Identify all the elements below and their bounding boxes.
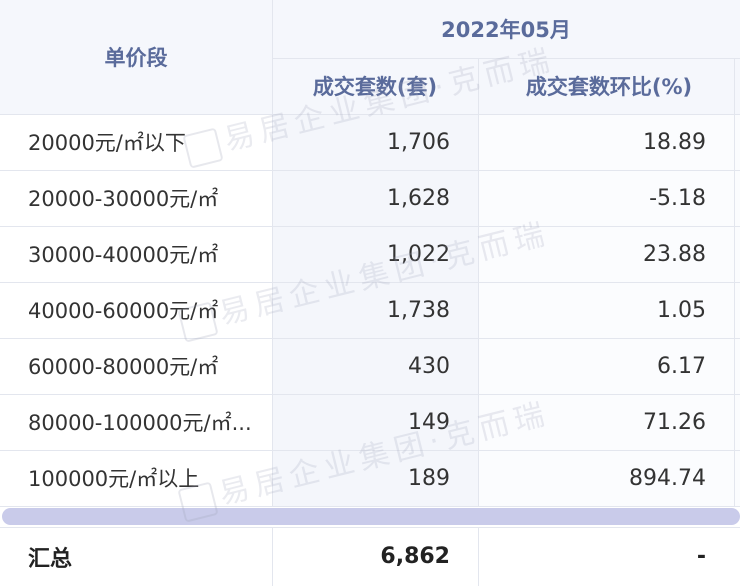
row-range: 30000-40000元/㎡ xyxy=(28,243,219,267)
row-range: 20000-30000元/㎡ xyxy=(28,187,219,211)
divider xyxy=(0,338,740,339)
row-range: 20000元/㎡以下 xyxy=(28,131,186,155)
row-units: 430 xyxy=(408,353,450,379)
divider xyxy=(734,58,735,506)
divider xyxy=(0,114,740,115)
row-mom: 6.17 xyxy=(657,353,706,379)
divider xyxy=(272,0,273,506)
horizontal-scrollbar[interactable] xyxy=(2,508,740,525)
total-units: 6,862 xyxy=(380,544,450,569)
row-mom: 894.74 xyxy=(629,465,706,491)
header-period[interactable]: 2022年05月 xyxy=(272,0,740,58)
row-mom: 71.26 xyxy=(643,409,706,435)
row-range: 80000-100000元/㎡... xyxy=(28,411,252,435)
row-mom: 23.88 xyxy=(643,241,706,267)
divider xyxy=(0,282,740,283)
header-price-range[interactable]: 单价段 xyxy=(0,0,272,114)
row-units: 1,022 xyxy=(387,241,450,267)
row-units: 1,706 xyxy=(387,129,450,155)
row-mom: 18.89 xyxy=(643,129,706,155)
divider xyxy=(0,506,740,507)
row-range: 40000-60000元/㎡ xyxy=(28,299,219,323)
header-units-mom[interactable]: 成交套数环比(%) xyxy=(478,58,740,114)
divider xyxy=(0,394,740,395)
row-mom: -5.18 xyxy=(649,185,706,211)
row-mom: 1.05 xyxy=(657,297,706,323)
total-mom: - xyxy=(696,544,706,569)
data-table: 单价段 2022年05月 成交套数(套) 成交套数环比(%) 20000元/㎡以… xyxy=(0,0,740,586)
row-range: 60000-80000元/㎡ xyxy=(28,355,219,379)
row-range: 100000元/㎡以上 xyxy=(28,467,200,491)
row-units: 1,738 xyxy=(387,297,450,323)
header-units[interactable]: 成交套数(套) xyxy=(272,58,478,114)
divider xyxy=(0,450,740,451)
divider xyxy=(478,58,479,506)
divider xyxy=(0,226,740,227)
row-units: 189 xyxy=(408,465,450,491)
row-units: 1,628 xyxy=(387,185,450,211)
row-units: 149 xyxy=(408,409,450,435)
divider xyxy=(0,170,740,171)
total-label: 汇总 xyxy=(28,546,73,572)
divider xyxy=(272,58,740,59)
